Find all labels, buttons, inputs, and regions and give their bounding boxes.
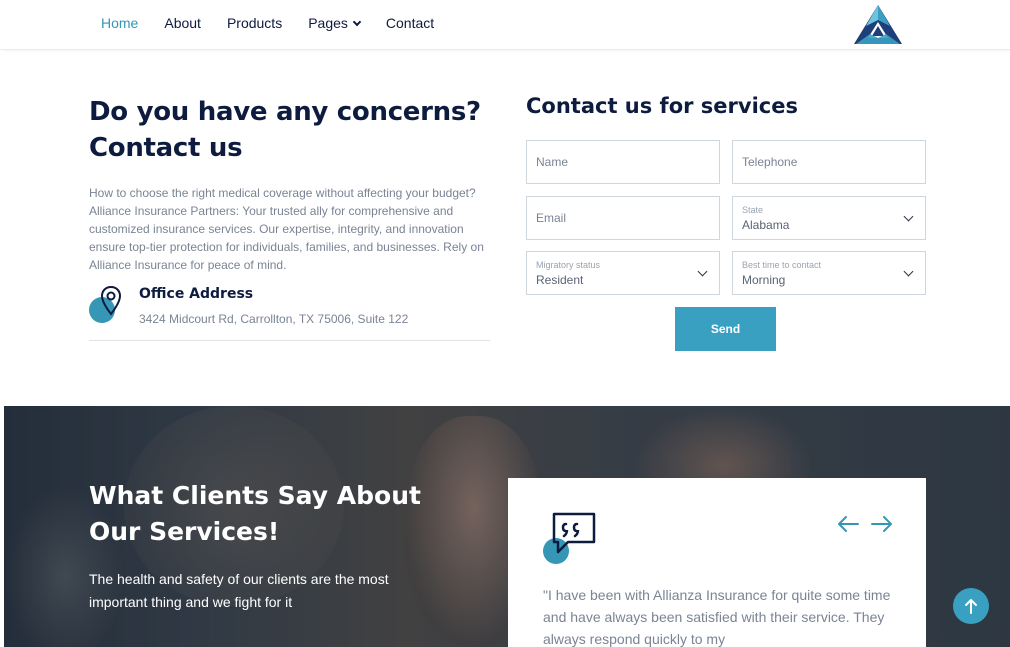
nav-item-pages-label: Pages [308, 15, 348, 31]
form-heading: Contact us for services [526, 94, 798, 118]
office-title: Office Address [139, 286, 254, 302]
name-placeholder: Name [536, 155, 569, 169]
chevron-down-icon [903, 211, 914, 222]
telephone-field[interactable]: Telephone [732, 140, 926, 184]
testimonial-quote: "I have been with Allianza Insurance for… [543, 587, 891, 647]
arrow-left-icon[interactable] [836, 514, 860, 534]
nav-item-pages[interactable]: Pages [308, 15, 362, 31]
chevron-down-icon [697, 266, 708, 277]
concerns-heading-line2: Contact us [89, 133, 243, 163]
testimonials-heading-line1: What Clients Say About [89, 481, 421, 510]
arrow-up-icon [965, 599, 977, 614]
map-pin-icon [100, 285, 122, 316]
best-time-select[interactable]: Best time to contact Morning [732, 251, 926, 295]
testimonials-heading: What Clients Say About Our Services! [89, 478, 469, 550]
chevron-down-icon [352, 17, 362, 26]
state-value: Alabama [742, 218, 790, 232]
testimonial-card: "I have been with Allianza Insurance for… [508, 478, 926, 647]
state-select[interactable]: State Alabama [732, 196, 926, 240]
quote-bubble-icon [552, 512, 596, 554]
testimonials-subtitle: The health and safety of our clients are… [89, 571, 389, 610]
concerns-heading-line1: Do you have any concerns? [89, 97, 481, 127]
office-address: 3424 Midcourt Rd, Carrollton, TX 75006, … [139, 312, 409, 326]
nav-item-home[interactable]: Home [101, 15, 138, 31]
nav-menu: Home About Products Pages Contact [101, 0, 460, 46]
telephone-placeholder: Telephone [742, 155, 798, 169]
best-time-value: Morning [742, 273, 786, 287]
email-placeholder: Email [536, 211, 567, 225]
migratory-label: Migratory status [536, 260, 601, 270]
state-label: State [742, 205, 764, 215]
nav-item-about[interactable]: About [164, 15, 201, 31]
concerns-heading: Do you have any concerns? Contact us [89, 94, 499, 166]
best-time-label: Best time to contact [742, 260, 822, 270]
testimonials-heading-line2: Our Services! [89, 517, 280, 546]
send-button[interactable]: Send [675, 307, 776, 351]
back-to-top-button[interactable] [953, 588, 989, 624]
chevron-down-icon [903, 266, 914, 277]
triangle-logo-icon[interactable] [852, 4, 904, 44]
migratory-value: Resident [536, 273, 584, 287]
email-field[interactable]: Email [526, 196, 720, 240]
name-field[interactable]: Name [526, 140, 720, 184]
migratory-status-select[interactable]: Migratory status Resident [526, 251, 720, 295]
nav-item-products[interactable]: Products [227, 15, 282, 31]
concerns-description: How to choose the right medical coverage… [89, 186, 484, 272]
nav-item-contact[interactable]: Contact [386, 15, 434, 31]
top-navbar: Home About Products Pages Contact [0, 0, 1010, 50]
testimonials-section: What Clients Say About Our Services! The… [4, 406, 1010, 647]
office-address-block: Office Address 3424 Midcourt Rd, Carroll… [89, 284, 490, 341]
arrow-right-icon[interactable] [870, 514, 894, 534]
